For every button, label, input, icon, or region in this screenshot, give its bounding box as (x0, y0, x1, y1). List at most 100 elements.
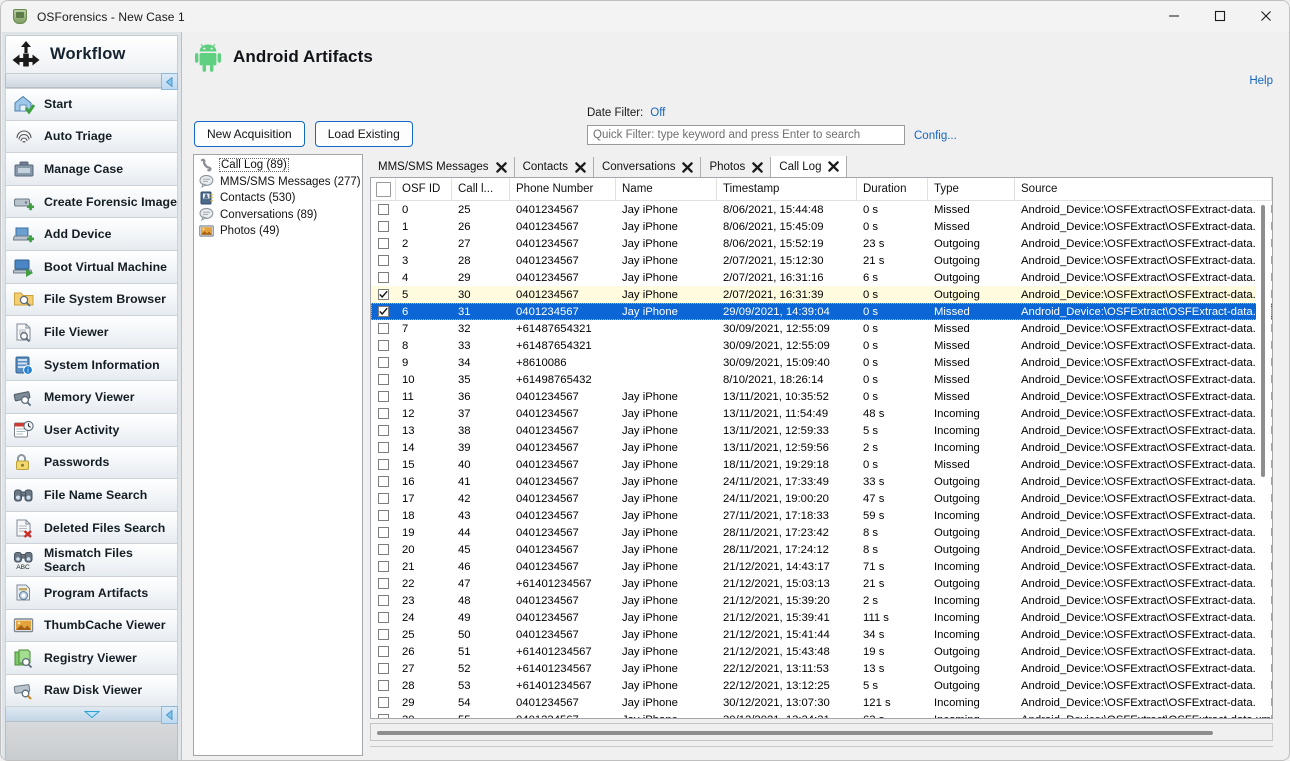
artifact-tree-item-photos-49-[interactable]: Photos (49) (197, 223, 362, 240)
artifact-tree-item-mms-sms-messages-277-[interactable]: MMS/SMS Messages (277) (197, 174, 362, 191)
row-checkbox[interactable] (378, 374, 389, 385)
tab-close-icon[interactable] (682, 161, 694, 173)
tab-close-icon[interactable] (752, 161, 764, 173)
table-row[interactable]: 5 30 0401234567 Jay iPhone 2/07/2021, 16:31:… (371, 286, 1272, 303)
sidebar-scroll-down[interactable] (5, 706, 178, 725)
table-row[interactable]: 6 31 0401234567 Jay iPhone 29/09/2021, 14:39… (371, 303, 1272, 320)
row-checkbox[interactable] (378, 323, 389, 334)
row-checkbox-cell[interactable] (371, 354, 396, 371)
tab-conversations[interactable]: Conversations (593, 157, 702, 177)
row-checkbox-cell[interactable] (371, 456, 396, 473)
row-checkbox-cell[interactable] (371, 252, 396, 269)
row-checkbox[interactable] (378, 561, 389, 572)
table-row[interactable]: 13 38 0401234567 Jay iPhone 13/11/2021, 12:5… (371, 422, 1272, 439)
table-row[interactable]: 30550401234567Jay iPhone30/12/2021, 13:3… (371, 711, 1272, 718)
load-existing-button[interactable]: Load Existing (314, 121, 413, 147)
artifact-tree-item-conversations-89-[interactable]: Conversations (89) (197, 207, 362, 224)
table-row[interactable]: 0 25 0401234567 Jay iPhone 8/06/2021, 15:44:… (371, 201, 1272, 218)
row-checkbox-cell[interactable] (371, 660, 396, 677)
row-checkbox-cell[interactable] (371, 337, 396, 354)
table-horizontal-scrollbar[interactable] (370, 723, 1273, 741)
row-checkbox-cell[interactable] (371, 490, 396, 507)
row-checkbox[interactable] (378, 357, 389, 368)
table-row[interactable]: 18 43 0401234567 Jay iPhone 27/11/2021, 17:1… (371, 507, 1272, 524)
row-checkbox[interactable] (378, 680, 389, 691)
row-checkbox-cell[interactable] (371, 626, 396, 643)
sidebar-item-raw-disk-viewer[interactable]: Raw Disk Viewer (5, 674, 178, 708)
column-header-duration[interactable]: Duration (857, 178, 928, 200)
row-checkbox-cell[interactable] (371, 405, 396, 422)
row-checkbox[interactable] (378, 221, 389, 232)
table-row[interactable]: 12 37 0401234567 Jay iPhone 13/11/2021, 11:5… (371, 405, 1272, 422)
table-row[interactable]: 28 53 +61401234567 Jay iPhone 22/12/2021, 13… (371, 677, 1272, 694)
row-checkbox-cell[interactable] (371, 507, 396, 524)
row-checkbox[interactable] (378, 408, 389, 419)
minimize-button[interactable] (1151, 1, 1197, 31)
row-checkbox-cell[interactable] (371, 609, 396, 626)
table-row[interactable]: 21 46 0401234567 Jay iPhone 21/12/2021, 14:4… (371, 558, 1272, 575)
row-checkbox-cell[interactable] (371, 677, 396, 694)
row-checkbox-cell[interactable] (371, 303, 396, 320)
row-checkbox[interactable] (378, 272, 389, 283)
row-checkbox[interactable] (378, 204, 389, 215)
row-checkbox-cell[interactable] (371, 286, 396, 303)
column-header-type[interactable]: Type (928, 178, 1015, 200)
row-checkbox-cell[interactable] (371, 575, 396, 592)
table-row[interactable]: 16 41 0401234567 Jay iPhone 24/11/2021, 17:3… (371, 473, 1272, 490)
table-row[interactable]: 15 40 0401234567 Jay iPhone 18/11/2021, 19:2… (371, 456, 1272, 473)
tab-close-icon[interactable] (495, 161, 507, 173)
row-checkbox[interactable] (378, 459, 389, 470)
tab-contacts[interactable]: Contacts (514, 157, 594, 177)
sidebar-item-passwords[interactable]: Passwords (5, 446, 178, 480)
row-checkbox[interactable] (378, 391, 389, 402)
table-row[interactable]: 24 49 0401234567 Jay iPhone 21/12/2021, 15:3… (371, 609, 1272, 626)
select-all-checkbox[interactable] (375, 181, 391, 197)
sidebar-item-system-information[interactable]: i System Information (5, 348, 178, 382)
sidebar-item-manage-case[interactable]: Manage Case (5, 153, 178, 186)
config-link[interactable]: Config... (914, 130, 957, 142)
row-checkbox-cell[interactable] (371, 439, 396, 456)
table-row[interactable]: 8 33 +61487654321 30/09/2021, 12:55:09 0 s Mi… (371, 337, 1272, 354)
table-row[interactable]: 11 36 0401234567 Jay iPhone 13/11/2021, 10:3… (371, 388, 1272, 405)
artifact-tree-item-contacts-530-[interactable]: Contacts (530) (197, 190, 362, 207)
row-checkbox-cell[interactable] (371, 711, 396, 718)
table-row[interactable]: 20 45 0401234567 Jay iPhone 28/11/2021, 17:2… (371, 541, 1272, 558)
sidebar-item-create-forensic-image[interactable]: Create Forensic Image (5, 185, 178, 219)
column-header-name[interactable]: Name (616, 178, 717, 200)
sidebar-item-start[interactable]: Start (5, 88, 178, 121)
sidebar-item-file-system-browser[interactable]: File System Browser (5, 283, 178, 317)
row-checkbox[interactable] (378, 425, 389, 436)
table-vertical-scrollbar[interactable] (1256, 201, 1271, 717)
sidebar-item-boot-virtual-machine[interactable]: Boot Virtual Machine (5, 250, 178, 284)
column-header-timestamp[interactable]: Timestamp (717, 178, 857, 200)
table-row[interactable]: 2 27 0401234567 Jay iPhone 8/06/2021, 15:52:… (371, 235, 1272, 252)
row-checkbox[interactable] (378, 629, 389, 640)
table-row[interactable]: 4 29 0401234567 Jay iPhone 2/07/2021, 16:31:… (371, 269, 1272, 286)
collapse-left-icon[interactable] (161, 73, 178, 90)
table-row[interactable]: 17 42 0401234567 Jay iPhone 24/11/2021, 19:0… (371, 490, 1272, 507)
row-checkbox[interactable] (378, 714, 389, 718)
row-checkbox-cell[interactable] (371, 524, 396, 541)
tab-close-icon[interactable] (575, 161, 586, 173)
row-checkbox-cell[interactable] (371, 473, 396, 490)
column-header-osf-id[interactable]: OSF ID (396, 178, 452, 200)
row-checkbox[interactable] (378, 442, 389, 453)
table-row[interactable]: 3 28 0401234567 Jay iPhone 2/07/2021, 15:12:… (371, 252, 1272, 269)
row-checkbox[interactable] (378, 493, 389, 504)
quick-filter-input[interactable]: Quick Filter: type keyword and press Ent… (587, 125, 905, 145)
row-checkbox[interactable] (378, 340, 389, 351)
row-checkbox[interactable] (378, 306, 389, 317)
row-checkbox-cell[interactable] (371, 422, 396, 439)
sidebar-item-user-activity[interactable]: User Activity (5, 413, 178, 447)
row-checkbox[interactable] (378, 544, 389, 555)
table-row[interactable]: 1 26 0401234567 Jay iPhone 8/06/2021, 15:45:… (371, 218, 1272, 235)
tab-close-icon[interactable] (828, 161, 840, 172)
table-row[interactable]: 9 34 +8610086 30/09/2021, 15:09:40 0 s Missed… (371, 354, 1272, 371)
new-acquisition-button[interactable]: New Acquisition (194, 121, 305, 147)
row-checkbox[interactable] (378, 255, 389, 266)
select-all-header[interactable] (371, 178, 396, 200)
table-row[interactable]: 14 39 0401234567 Jay iPhone 13/11/2021, 12:5… (371, 439, 1272, 456)
row-checkbox[interactable] (378, 476, 389, 487)
artifact-tree-item-call-log-89-[interactable]: Call Log (89) (197, 157, 362, 174)
row-checkbox-cell[interactable] (371, 643, 396, 660)
